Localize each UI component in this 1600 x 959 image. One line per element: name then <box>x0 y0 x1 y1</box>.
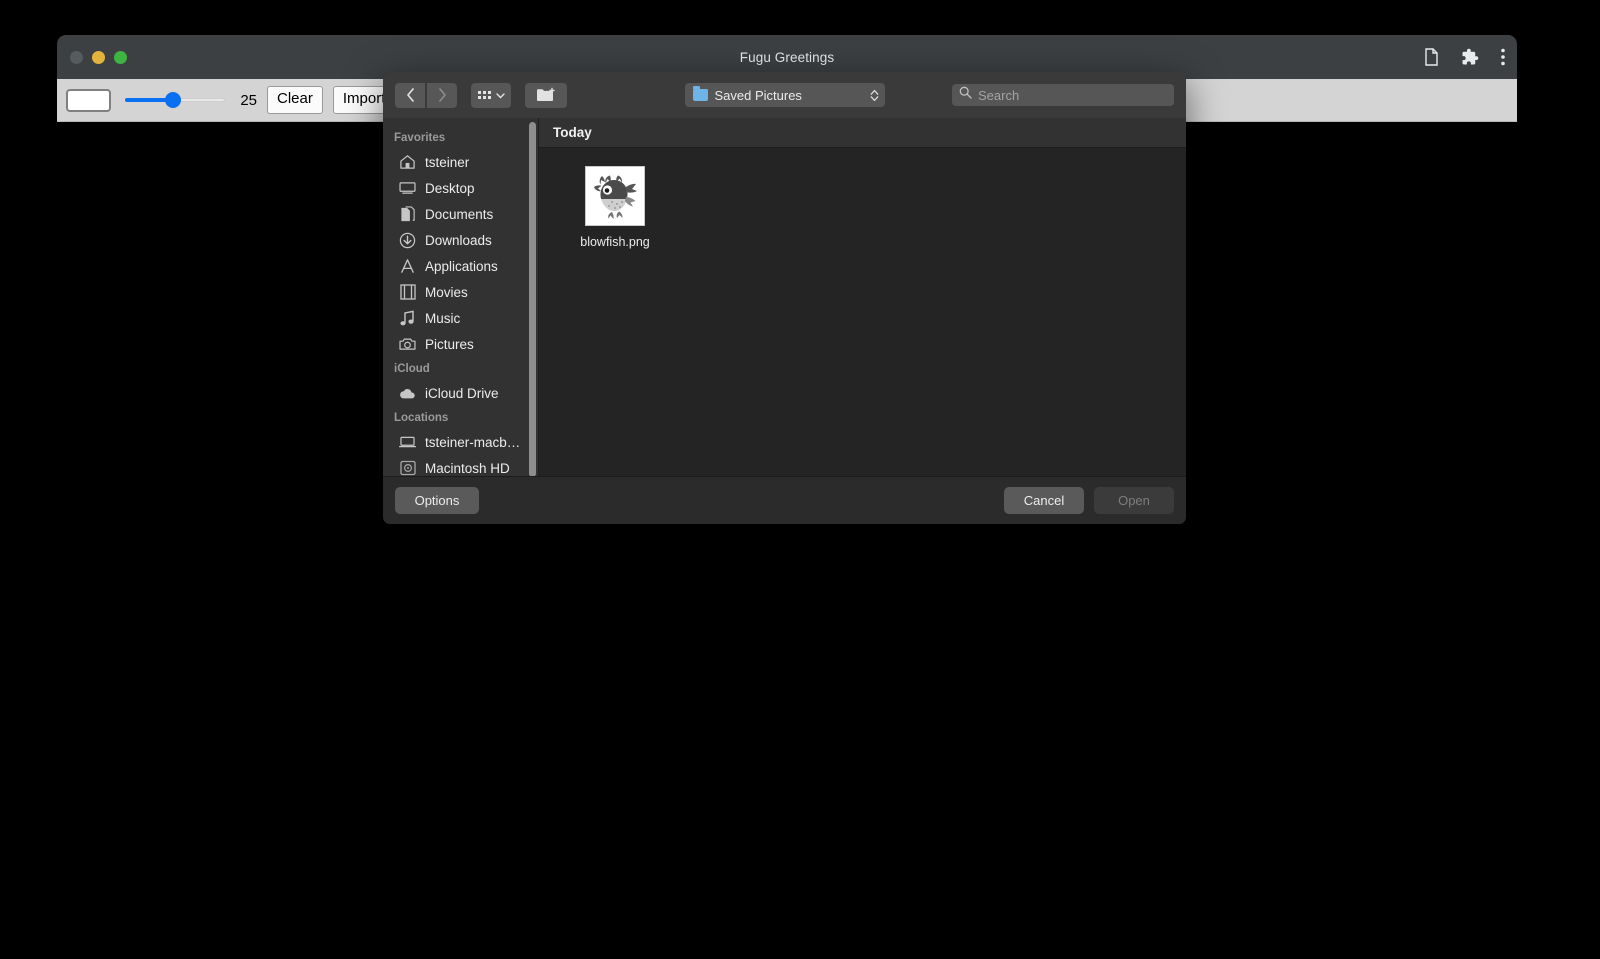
open-button[interactable]: Open <box>1094 487 1174 514</box>
close-window-button[interactable] <box>70 50 83 64</box>
sidebar-item-tsteiner-macbook[interactable]: tsteiner-macb… <box>383 429 538 455</box>
file-list-pane: Today blowfish.png <box>539 118 1186 476</box>
location-dropdown[interactable]: Saved Pictures <box>684 83 885 107</box>
sidebar-label: Pictures <box>425 336 474 352</box>
desktop-icon <box>399 180 416 197</box>
file-dialog-toolbar: Saved Pictures Search <box>383 72 1186 118</box>
sidebar-label: Music <box>425 310 461 326</box>
sidebar-section-favorites: Favorites <box>394 132 446 144</box>
minimize-window-button[interactable] <box>92 50 105 64</box>
blowfish-image <box>594 175 637 219</box>
sidebar-scrollbar[interactable] <box>529 122 536 476</box>
cancel-button[interactable]: Cancel <box>1004 487 1084 514</box>
sidebar-label: Downloads <box>425 232 492 248</box>
sidebar-section-icloud: iCloud <box>394 363 430 375</box>
sidebar-label: Desktop <box>425 180 475 196</box>
slider-thumb[interactable] <box>165 92 181 108</box>
titlebar-actions <box>1424 35 1505 79</box>
footer-actions: Cancel Open <box>1004 487 1174 514</box>
sidebar-item-pictures[interactable]: Pictures <box>383 331 538 357</box>
search-input[interactable]: Search <box>978 88 1019 103</box>
navigation-buttons <box>395 82 457 108</box>
sidebar-item-tsteiner[interactable]: tsteiner <box>383 149 538 175</box>
blue-folder-icon <box>692 86 708 101</box>
view-mode-button[interactable] <box>471 82 511 108</box>
chevron-down-icon <box>496 86 505 104</box>
slider-value-label: 25 <box>240 91 257 109</box>
downloads-icon <box>399 232 416 249</box>
harddisk-icon <box>399 460 416 477</box>
sidebar-label: Movies <box>425 284 468 300</box>
sidebar-item-music[interactable]: Music <box>383 305 538 331</box>
sidebar-item-movies[interactable]: Movies <box>383 279 538 305</box>
screen: Fugu Greetings 25 Clear Import Saved Pic… <box>0 0 1600 959</box>
sidebar-item-macintosh-hd[interactable]: Macintosh HD <box>383 455 538 476</box>
new-folder-button[interactable] <box>525 82 567 108</box>
forward-button[interactable] <box>427 82 457 108</box>
sidebar-label: tsteiner <box>425 154 470 170</box>
extensions-puzzle-icon[interactable] <box>1461 48 1479 66</box>
sidebar-item-desktop[interactable]: Desktop <box>383 175 538 201</box>
file-dialog-sidebar: Favorites tsteiner Desktop Documents Dow… <box>383 118 538 476</box>
document-icon[interactable] <box>1424 48 1439 66</box>
sidebar-item-downloads[interactable]: Downloads <box>383 227 538 253</box>
sidebar-item-documents[interactable]: Documents <box>383 201 538 227</box>
file-item[interactable]: blowfish.png <box>567 166 663 249</box>
sidebar-label: Documents <box>425 206 494 222</box>
sidebar-item-applications[interactable]: Applications <box>383 253 538 279</box>
back-button[interactable] <box>395 82 425 108</box>
pictures-camera-icon <box>399 336 416 353</box>
stepper-icon <box>870 89 879 102</box>
sidebar-section-locations: Locations <box>394 412 449 424</box>
file-dialog-body: Favorites tsteiner Desktop Documents Dow… <box>383 118 1186 476</box>
location-label: Saved Pictures <box>714 87 802 103</box>
clear-button[interactable]: Clear <box>267 86 323 114</box>
browser-menu-icon[interactable] <box>1501 48 1505 66</box>
sidebar-item-icloud-drive[interactable]: iCloud Drive <box>383 380 538 406</box>
search-field[interactable]: Search <box>952 84 1174 106</box>
sidebar-label: tsteiner-macb… <box>425 434 521 450</box>
file-thumbnail <box>585 166 645 226</box>
group-header-today: Today <box>539 118 1186 148</box>
options-button[interactable]: Options <box>395 487 479 514</box>
files-grid: blowfish.png <box>539 148 1186 476</box>
window-title: Fugu Greetings <box>739 49 835 65</box>
movies-icon <box>399 284 416 301</box>
line-width-slider[interactable] <box>125 89 225 111</box>
traffic-lights <box>70 50 127 64</box>
maximize-window-button[interactable] <box>114 50 127 64</box>
sidebar-label: Applications <box>425 258 498 274</box>
grid-view-icon <box>478 91 491 99</box>
applications-icon <box>399 258 416 275</box>
home-icon <box>399 154 416 171</box>
search-icon <box>959 86 972 104</box>
sidebar-label: iCloud Drive <box>425 385 499 401</box>
slider-fill <box>125 98 170 102</box>
laptop-icon <box>399 434 416 451</box>
documents-icon <box>399 205 416 223</box>
file-dialog-footer: Options Cancel Open <box>383 476 1186 524</box>
music-icon <box>399 310 416 327</box>
color-picker-swatch[interactable] <box>66 88 111 112</box>
sidebar-label: Macintosh HD <box>425 460 510 476</box>
file-name-label: blowfish.png <box>580 235 650 249</box>
file-open-dialog: Saved Pictures Search Favorites tsteiner… <box>383 72 1186 524</box>
cloud-icon <box>399 385 416 402</box>
